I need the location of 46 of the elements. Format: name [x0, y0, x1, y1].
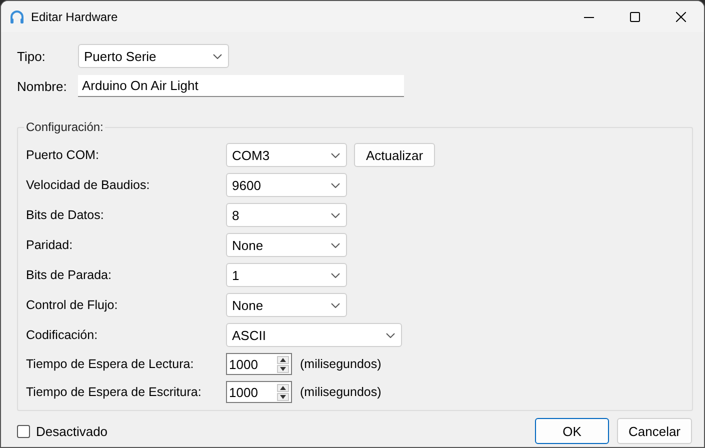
dropdown[interactable]: 9600	[226, 173, 347, 197]
chevron-down-icon	[331, 152, 340, 158]
unit-label: (milisegundos)	[300, 385, 382, 399]
dropdown[interactable]: ASCII	[226, 323, 402, 347]
field-label: Tiempo de Espera de Lectura:	[26, 357, 195, 371]
dropdown[interactable]: Puerto Serie	[78, 44, 229, 68]
checkbox[interactable]	[17, 424, 30, 438]
ok-button[interactable]: OK	[535, 418, 609, 444]
cancel-button[interactable]: Cancelar	[617, 418, 692, 444]
dropdown[interactable]: None	[226, 233, 347, 257]
field-label: Velocidad de Baudios:	[26, 178, 151, 192]
spin-down-icon[interactable]	[277, 364, 289, 372]
group-title: Configuración:	[24, 120, 106, 134]
window-title: Editar Hardware	[31, 10, 118, 24]
dropdown[interactable]: None	[226, 293, 347, 317]
number-field[interactable]: 1000	[226, 353, 292, 375]
field-label: Puerto COM:	[26, 148, 100, 162]
dropdown[interactable]: 8	[226, 203, 347, 227]
field-label: Nombre:	[17, 78, 68, 94]
field-label: Bits de Parada:	[26, 268, 112, 282]
field-label: Codificación:	[26, 328, 99, 342]
refresh-button[interactable]: Actualizar	[354, 143, 436, 167]
checkbox-label: Desactivado	[36, 424, 108, 438]
headphones-icon	[9, 8, 25, 24]
chevron-down-icon	[213, 54, 222, 58]
field-label: Tipo:	[17, 48, 46, 64]
dropdown[interactable]: COM3	[226, 143, 347, 167]
chevron-down-icon	[331, 272, 340, 278]
chevron-down-icon	[386, 332, 395, 338]
chevron-down-icon	[331, 182, 340, 188]
spin-up-icon[interactable]	[277, 384, 289, 392]
field-label: Control de Flujo:	[26, 298, 119, 312]
field-label: Tiempo de Espera de Escritura:	[26, 385, 202, 399]
number-field[interactable]: 1000	[226, 381, 292, 403]
unit-label: (milisegundos)	[300, 357, 382, 371]
name-field[interactable]: Arduino On Air Light	[78, 75, 404, 97]
spin-down-icon[interactable]	[277, 392, 289, 400]
dropdown[interactable]: 1	[226, 263, 347, 287]
chevron-down-icon	[331, 302, 340, 308]
field-label: Paridad:	[26, 238, 74, 252]
chevron-down-icon	[331, 212, 340, 218]
close-icon	[676, 12, 686, 22]
spin-up-icon[interactable]	[277, 356, 289, 364]
field-label: Bits de Datos:	[26, 208, 105, 222]
chevron-down-icon	[331, 242, 340, 248]
maximize-icon	[630, 12, 640, 22]
